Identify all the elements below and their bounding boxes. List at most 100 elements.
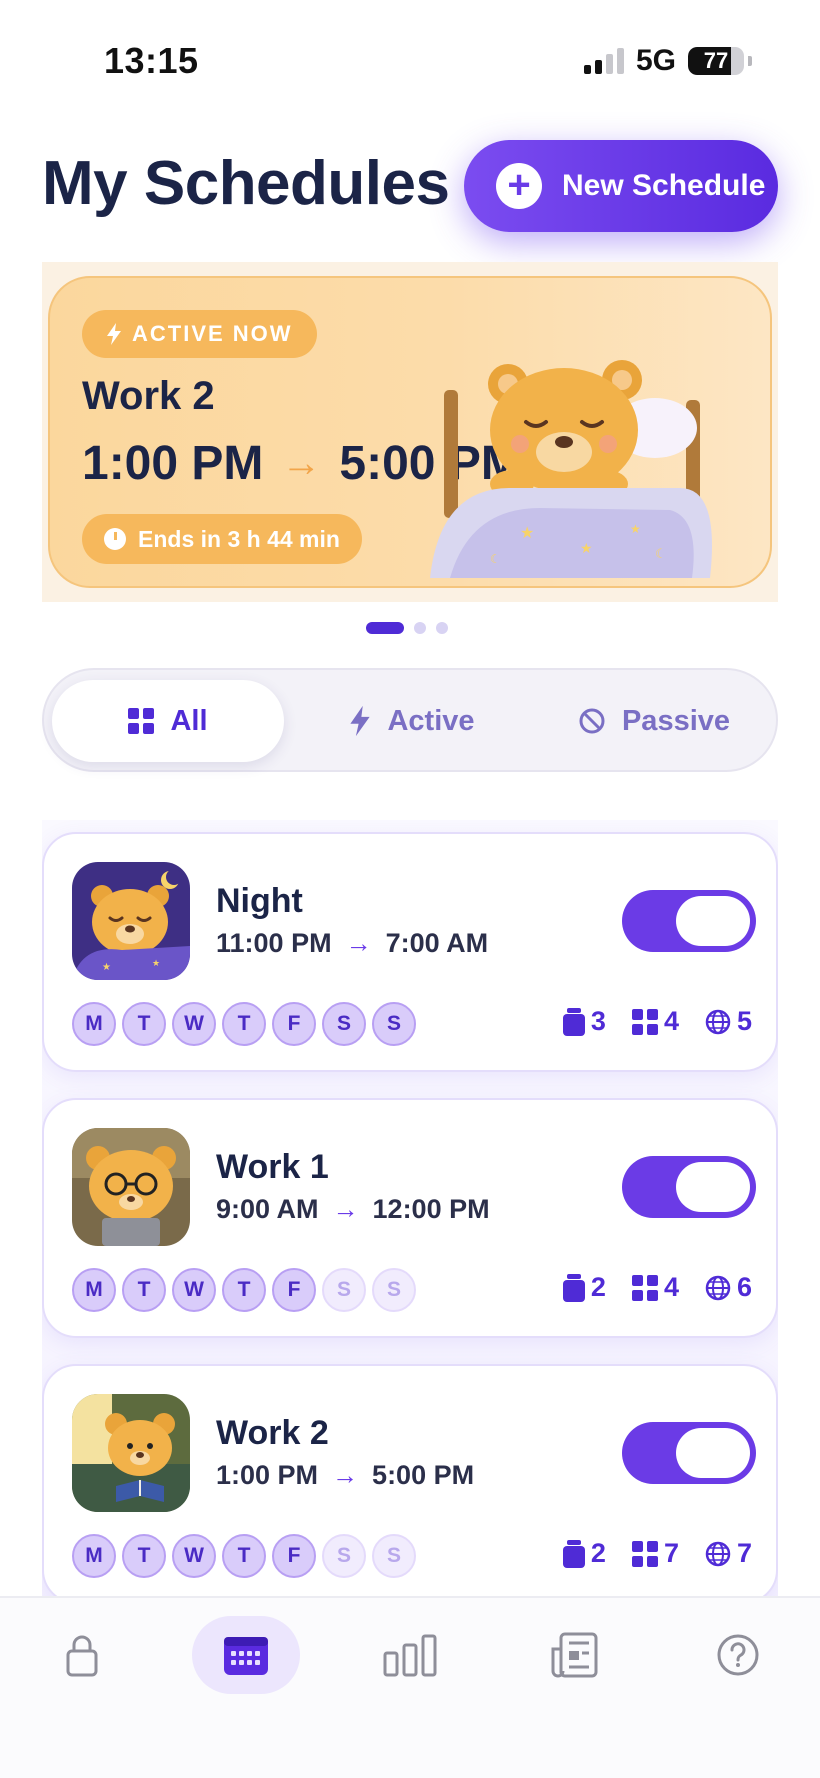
globe-icon (705, 1009, 731, 1034)
toggle-knob (676, 1162, 750, 1212)
svg-text:★: ★ (520, 523, 534, 542)
bar-chart-icon (383, 1634, 437, 1677)
schedule-stats: 3 4 5 (562, 1006, 752, 1037)
websites-stat: 7 (705, 1538, 752, 1569)
toggle-knob (676, 1428, 750, 1478)
schedule-days: M T W T F S S (72, 1002, 416, 1046)
day-chip: W (172, 1534, 216, 1578)
active-schedule-carousel[interactable]: ACTIVE NOW Work 2 1:00 PM → 5:00 PM Ends… (42, 262, 778, 602)
schedule-start: 1:00 PM (216, 1460, 319, 1490)
tab-help[interactable] (684, 1616, 792, 1694)
schedule-card-work-1[interactable]: Work 1 9:00 AM → 12:00 PM M T W T F S S … (42, 1098, 778, 1338)
schedule-card-night[interactable]: ★ ★ Night 11:00 PM → 7:00 AM M T W T F S… (42, 832, 778, 1072)
schedule-name: Work 1 (216, 1148, 329, 1186)
pager-dot[interactable] (366, 622, 404, 634)
app-icon (562, 1007, 585, 1036)
bolt-icon (350, 705, 371, 737)
active-schedule-name: Work 2 (82, 374, 215, 418)
schedule-filter: All Active Passive (42, 668, 778, 772)
day-chip: M (72, 1534, 116, 1578)
ends-in-label: Ends in 3 h 44 min (138, 525, 340, 552)
schedule-end: 5:00 PM (372, 1460, 475, 1490)
tab-schedules[interactable] (192, 1616, 300, 1694)
tab-news[interactable] (520, 1616, 628, 1694)
arrow-icon: → (332, 1194, 359, 1224)
schedule-toggle[interactable] (622, 1156, 756, 1218)
night-bear-avatar: ★ ★ (72, 862, 190, 980)
schedule-days: M T W T F S S (72, 1534, 416, 1578)
filter-active-tab[interactable]: Active (296, 680, 528, 762)
work-bear-avatar (72, 1128, 190, 1246)
new-schedule-button[interactable]: + New Schedule (464, 140, 778, 232)
network-label: 5G (635, 44, 676, 77)
active-schedule-card[interactable]: ACTIVE NOW Work 2 1:00 PM → 5:00 PM Ends… (48, 276, 772, 588)
day-chip: T (222, 1534, 266, 1578)
schedule-list[interactable]: ★ ★ Night 11:00 PM → 7:00 AM M T W T F S… (42, 820, 778, 1596)
categories-count: 4 (663, 1006, 679, 1036)
schedule-card-work-2[interactable]: Work 2 1:00 PM → 5:00 PM M T W T F S S 2… (42, 1364, 778, 1596)
status-indicators: 5G 77 (583, 44, 752, 78)
svg-text:☾: ☾ (655, 547, 667, 562)
app-icon (562, 1539, 585, 1568)
toggle-knob (676, 896, 750, 946)
websites-count: 5 (736, 1006, 752, 1036)
carousel-pager[interactable] (366, 622, 448, 634)
svg-text:★: ★ (630, 522, 641, 536)
day-chip: W (172, 1268, 216, 1312)
apps-stat: 3 (562, 1006, 606, 1037)
schedule-times: 9:00 AM → 12:00 PM (216, 1194, 490, 1225)
battery-tip (748, 56, 752, 66)
day-chip: T (122, 1534, 166, 1578)
categories-count: 4 (663, 1272, 679, 1302)
apps-count: 3 (590, 1006, 606, 1036)
filter-all-tab[interactable]: All (52, 680, 284, 762)
tab-lock[interactable] (28, 1616, 136, 1694)
day-chip: S (372, 1002, 416, 1046)
signal-icon (583, 48, 624, 74)
pager-dot[interactable] (414, 622, 426, 634)
svg-text:★: ★ (580, 541, 593, 557)
day-chip: F (272, 1268, 316, 1312)
websites-stat: 5 (705, 1006, 752, 1037)
active-now-label: ACTIVE NOW (132, 321, 293, 346)
schedule-days: M T W T F S S (72, 1268, 416, 1312)
websites-count: 6 (736, 1272, 752, 1302)
filter-passive-tab[interactable]: Passive (538, 680, 770, 762)
svg-text:★: ★ (152, 959, 160, 969)
day-chip: S (322, 1002, 366, 1046)
schedule-toggle[interactable] (622, 1422, 756, 1484)
pager-dot[interactable] (436, 622, 448, 634)
categories-count: 7 (663, 1538, 679, 1568)
active-now-badge: ACTIVE NOW (82, 310, 317, 358)
schedule-end: 12:00 PM (372, 1194, 490, 1224)
websites-count: 7 (736, 1538, 752, 1568)
apps-count: 2 (590, 1272, 606, 1302)
schedule-times: 11:00 PM → 7:00 AM (216, 928, 488, 959)
filter-active-label: Active (387, 704, 475, 737)
grid-icon (631, 1274, 658, 1301)
arrow-icon: → (345, 928, 372, 958)
status-time: 13:15 (104, 40, 199, 81)
day-chip: W (172, 1002, 216, 1046)
plus-icon: + (496, 163, 542, 209)
apps-count: 2 (590, 1538, 606, 1568)
globe-icon (705, 1275, 731, 1300)
apps-stat: 2 (562, 1538, 606, 1569)
categories-stat: 4 (631, 1006, 679, 1037)
schedule-stats: 2 7 7 (562, 1538, 752, 1569)
tab-statistics[interactable] (356, 1616, 464, 1694)
bolt-icon (107, 323, 121, 345)
schedule-toggle[interactable] (622, 890, 756, 952)
calendar-icon (224, 1637, 268, 1675)
schedule-name: Work 2 (216, 1414, 329, 1452)
day-chip: T (122, 1268, 166, 1312)
app-icon (562, 1273, 585, 1302)
svg-text:★: ★ (102, 962, 111, 973)
battery-level: 77 (703, 48, 729, 73)
day-chip: S (322, 1268, 366, 1312)
globe-icon (705, 1541, 731, 1566)
lock-icon (66, 1635, 98, 1677)
page-title: My Schedules (42, 149, 450, 218)
day-chip: M (72, 1268, 116, 1312)
grid-icon (128, 708, 155, 734)
